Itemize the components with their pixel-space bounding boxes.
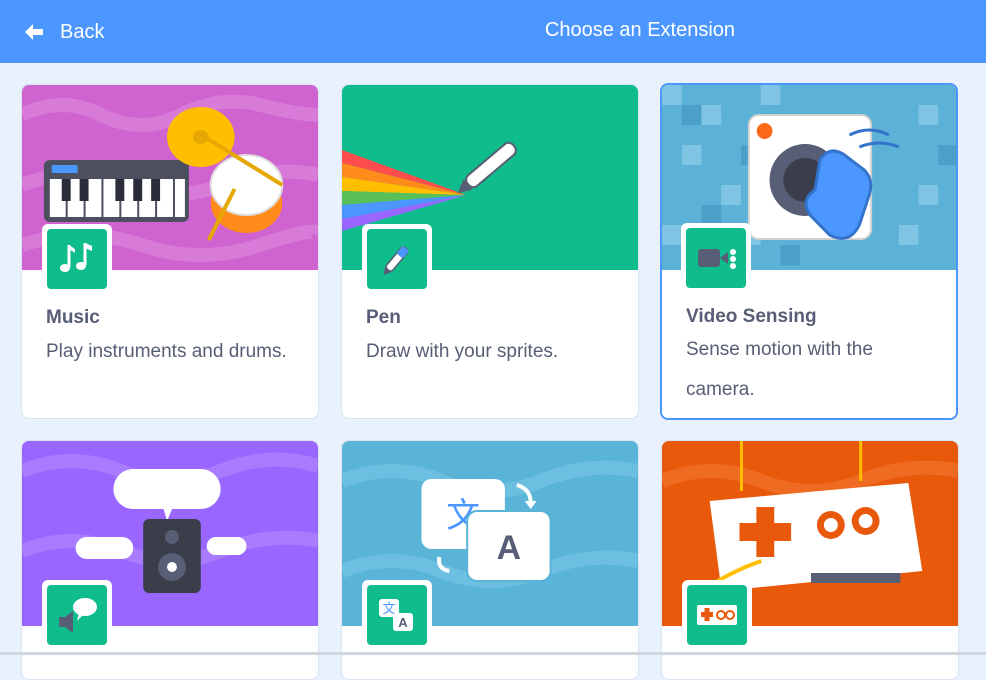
- text-to-speech-icon-tile: [42, 580, 112, 650]
- translate-icon-tile: 文 A: [362, 580, 432, 650]
- extension-description: Draw with your sprites.: [366, 341, 559, 362]
- video-camera-icon: [698, 249, 736, 269]
- extension-card-music[interactable]: Music Play instruments and drums.: [21, 84, 319, 419]
- makey-makey-icon-tile: [682, 580, 752, 650]
- svg-text:A: A: [398, 615, 408, 630]
- back-label: Back: [60, 20, 105, 43]
- music-icon-tile: [42, 224, 112, 294]
- svg-text:A: A: [497, 529, 521, 567]
- translate-icon: 文 A: [379, 599, 413, 631]
- back-button[interactable]: Back: [22, 16, 104, 48]
- extension-card-text-to-speech[interactable]: [21, 440, 319, 680]
- arrow-left-icon: [25, 24, 43, 40]
- extension-description: Play instruments and drums.: [46, 341, 287, 362]
- pen-icon-tile: [362, 224, 432, 294]
- extension-card-translate[interactable]: 文 A 文 A: [341, 440, 639, 680]
- pen-icon: [383, 246, 409, 276]
- extension-card-makey-makey[interactable]: [661, 440, 959, 680]
- game-controller-icon: [697, 605, 737, 625]
- extension-card-pen[interactable]: Pen Draw with your sprites.: [341, 84, 639, 419]
- extension-card-video-sensing[interactable]: Video Sensing Sense motion with the came…: [660, 83, 958, 420]
- extension-name: Music: [46, 307, 100, 328]
- extension-name: Video Sensing: [686, 306, 817, 327]
- extension-grid: Music Play instruments and drums. Pen Dr…: [0, 63, 986, 680]
- page-title: Choose an Extension: [544, 19, 736, 41]
- extension-description: Sense motion with the camera.: [686, 339, 873, 400]
- video-sensing-icon-tile: [681, 223, 751, 293]
- header-bar: Back Choose an Extension: [0, 0, 986, 63]
- extension-name: Pen: [366, 307, 401, 328]
- music-notes-icon: [60, 243, 92, 272]
- speaker-speech-icon: [59, 598, 97, 633]
